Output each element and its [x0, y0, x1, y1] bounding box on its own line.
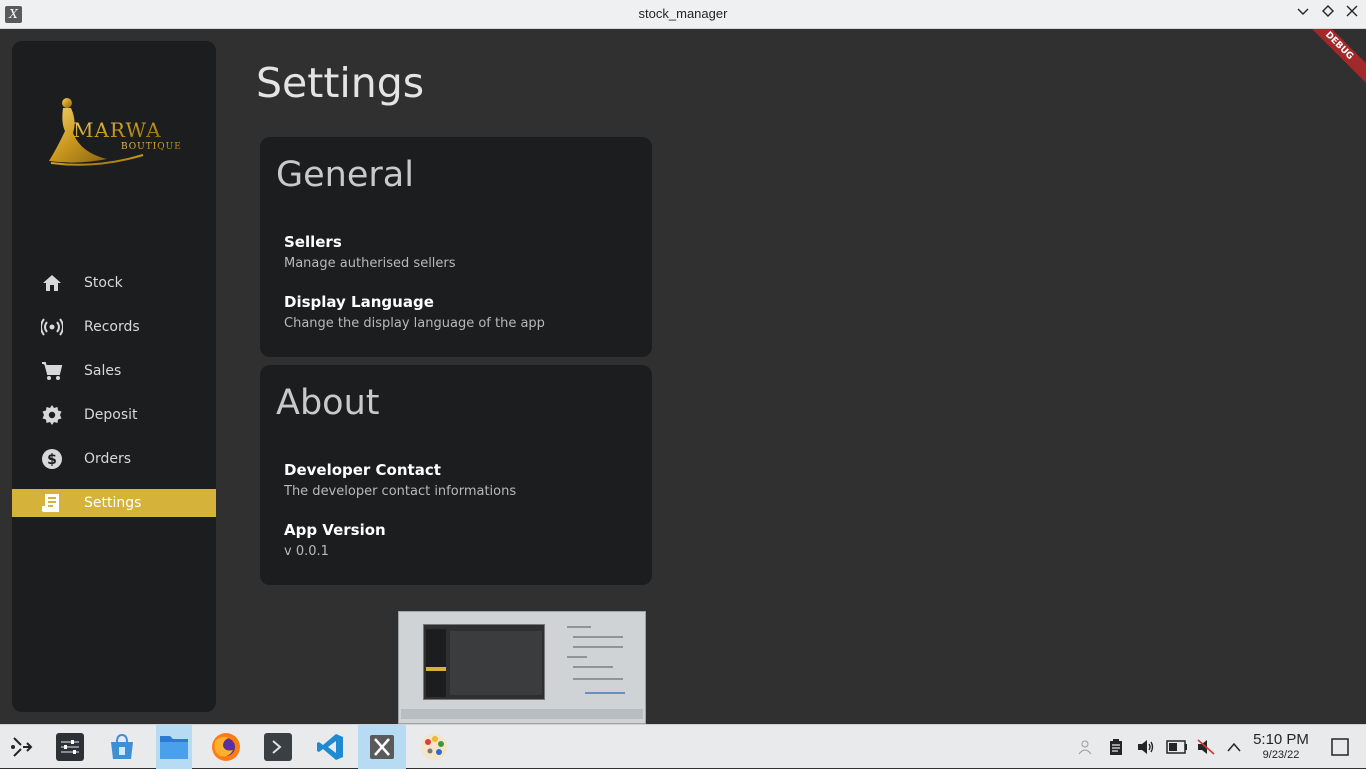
window-titlebar: X stock_manager: [0, 0, 1366, 29]
sidebar-nav: Stock Records Sales Deposit $ Orders Set…: [12, 269, 216, 533]
clock-date: 9/23/22: [1262, 749, 1300, 761]
settings-icon[interactable]: [52, 729, 88, 765]
brand-tagline: BOUTIQUE: [121, 142, 182, 152]
show-desktop-icon[interactable]: [1331, 738, 1349, 756]
sidebar-item-label: Deposit: [84, 407, 138, 423]
sidebar-item-label: Stock: [84, 275, 123, 291]
shopping-cart-icon: [40, 359, 64, 383]
debug-banner: DEBUG: [1295, 29, 1366, 90]
broadcast-icon: [40, 315, 64, 339]
terminal-icon[interactable]: [260, 729, 296, 765]
sidebar-item-label: Orders: [84, 451, 132, 467]
developer-contact-setting[interactable]: Developer Contact The developer contact …: [284, 461, 516, 499]
about-heading: About: [276, 383, 380, 423]
brand-name: MARWA: [73, 118, 162, 142]
user-icon[interactable]: [1077, 738, 1095, 756]
setting-subtitle: Manage autherised sellers: [284, 256, 456, 271]
preview-line: [567, 656, 587, 658]
battery-icon[interactable]: [1166, 738, 1188, 756]
store-icon[interactable]: [104, 729, 140, 765]
sidebar-item-deposit[interactable]: Deposit: [12, 401, 216, 429]
brand-logo: MARWA BOUTIQUE: [47, 93, 187, 173]
volume-icon[interactable]: [1137, 738, 1155, 756]
app-window: DEBUG MARWA BOUTIQUE Stock Records Sales…: [0, 29, 1366, 724]
sellers-setting[interactable]: Sellers Manage autherised sellers: [284, 233, 456, 271]
paint-icon[interactable]: [416, 729, 452, 765]
preview-line: [567, 626, 591, 628]
home-icon: [40, 271, 64, 295]
display-language-setting[interactable]: Display Language Change the display lang…: [284, 293, 545, 331]
clock[interactable]: 5:10 PM 9/23/22: [1252, 731, 1310, 761]
sidebar-item-label: Sales: [84, 363, 122, 379]
preview-line: [573, 678, 623, 680]
setting-title: Developer Contact: [284, 461, 441, 479]
preview-selected-item: [426, 667, 446, 671]
general-card: General Sellers Manage autherised seller…: [260, 137, 652, 357]
sidebar-item-records[interactable]: Records: [12, 313, 216, 341]
minimize-icon[interactable]: [1294, 5, 1312, 23]
gear-icon: [40, 403, 64, 427]
preview-line: [573, 646, 623, 648]
setting-title: Display Language: [284, 293, 434, 311]
general-heading: General: [276, 155, 414, 195]
preview-statusbar: [401, 709, 643, 719]
sidebar-item-label: Records: [84, 319, 140, 335]
clock-time: 5:10 PM: [1253, 731, 1309, 748]
clipboard-icon[interactable]: [1107, 738, 1125, 756]
window-title: stock_manager: [638, 6, 728, 21]
taskbar: 5:10 PM 9/23/22: [0, 724, 1366, 769]
about-card: About Developer Contact The developer co…: [260, 365, 652, 585]
receipt-icon: [40, 491, 64, 515]
preview-line: [573, 666, 613, 668]
preview-line: [585, 692, 625, 694]
dollar-icon: $: [40, 447, 64, 471]
window-preview-thumbnail[interactable]: [398, 611, 646, 724]
sidebar-item-label: Settings: [84, 495, 142, 511]
app-version-setting[interactable]: App Version v 0.0.1: [284, 521, 386, 559]
chevron-up-icon[interactable]: [1225, 738, 1243, 756]
setting-title: Sellers: [284, 233, 342, 251]
muted-speaker-icon[interactable]: [1197, 738, 1215, 756]
page-title: Settings: [256, 59, 425, 107]
sidebar-item-orders[interactable]: $ Orders: [12, 445, 216, 473]
close-icon[interactable]: [1343, 5, 1361, 23]
files-icon[interactable]: [156, 725, 192, 769]
sidebar-item-settings[interactable]: Settings: [12, 489, 216, 517]
setting-title: App Version: [284, 521, 386, 539]
sidebar-item-stock[interactable]: Stock: [12, 269, 216, 297]
setting-subtitle: v 0.0.1: [284, 544, 329, 559]
sidebar-item-sales[interactable]: Sales: [12, 357, 216, 385]
setting-subtitle: Change the display language of the app: [284, 316, 545, 331]
stock-manager-icon[interactable]: [358, 725, 406, 769]
maximize-icon[interactable]: [1319, 5, 1337, 23]
firefox-icon[interactable]: [208, 729, 244, 765]
preview-sidebar: [426, 629, 446, 697]
setting-subtitle: The developer contact informations: [284, 484, 517, 499]
svg-text:$: $: [47, 452, 57, 468]
vscode-icon[interactable]: [312, 729, 348, 765]
sidebar: MARWA BOUTIQUE Stock Records Sales Depos…: [12, 41, 216, 712]
preview-line: [573, 636, 623, 638]
preview-app-window: [423, 624, 545, 700]
launcher-icon[interactable]: [4, 729, 40, 765]
preview-content: [450, 631, 542, 695]
